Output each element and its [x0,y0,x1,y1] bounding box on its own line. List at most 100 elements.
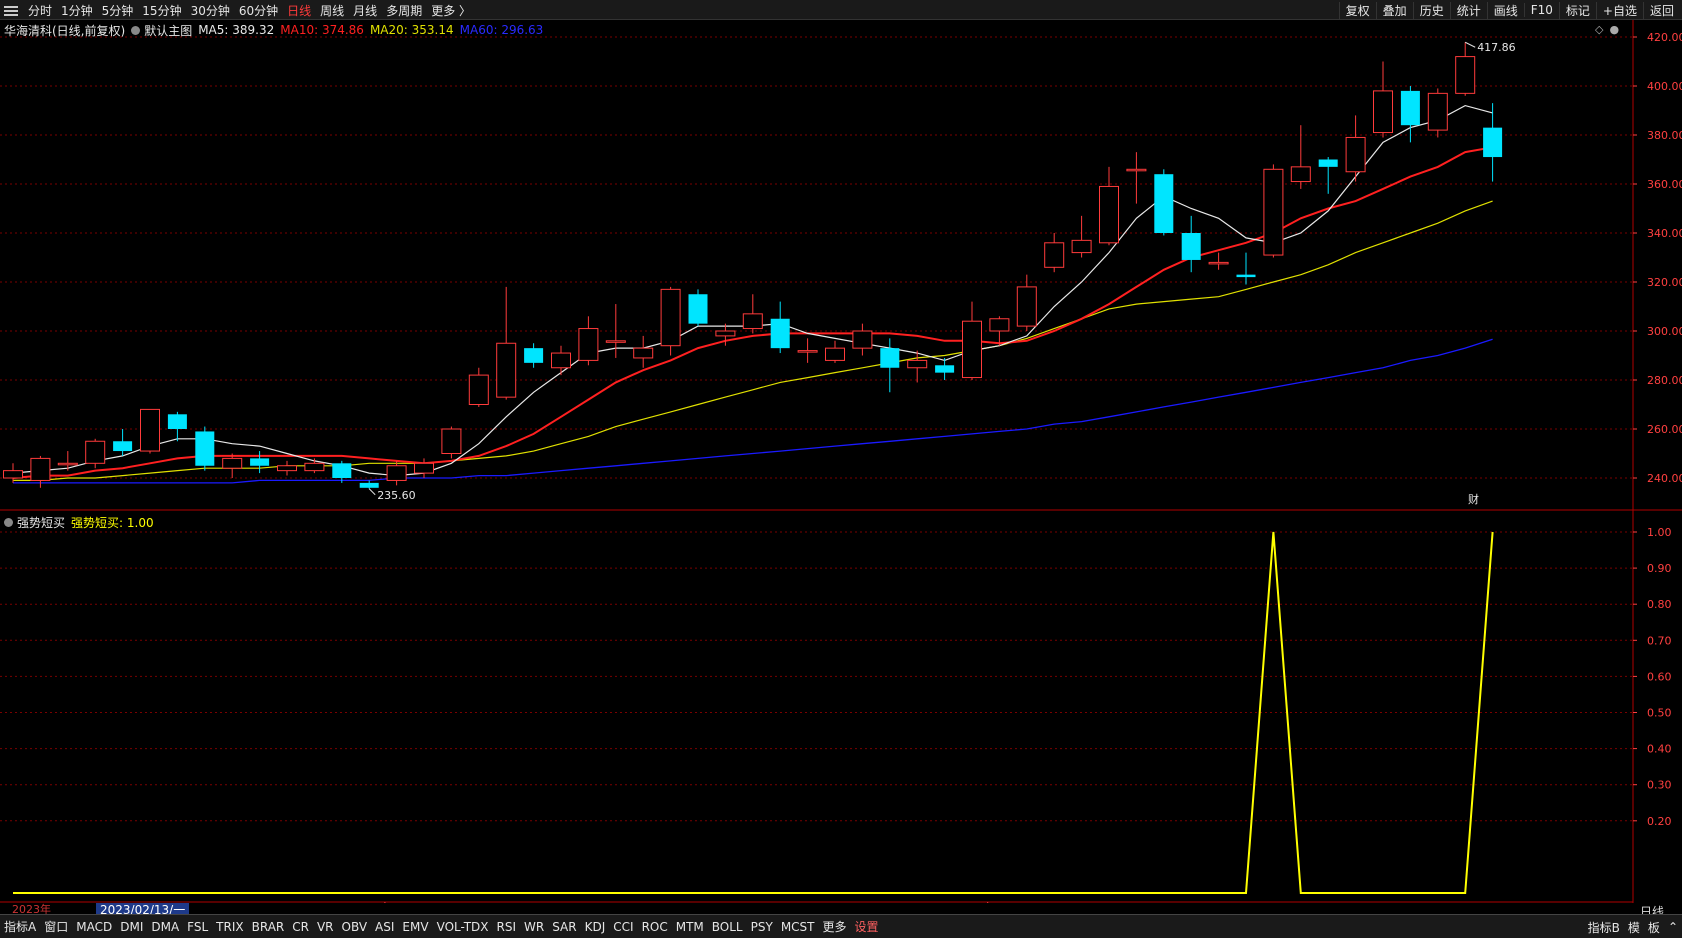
toolbar-button[interactable]: 统计 [1449,1,1487,19]
candle-body [167,414,187,429]
indicator-tab[interactable]: 窗口 [40,918,72,935]
indicator-tab[interactable]: ROC [638,920,672,934]
candle-body [852,330,873,349]
indicator-tab[interactable]: 指标A [0,918,40,935]
toolbar-button[interactable]: 返回 [1642,1,1680,19]
indicator-tab[interactable]: PSY [747,920,777,934]
toolbar-button[interactable]: 复权 [1338,1,1376,19]
period-tab[interactable]: 1分钟 [61,2,93,19]
toolbar-button[interactable]: 标记 [1558,1,1596,19]
period-tabs: 分时 1分钟 5分钟 15分钟 30分钟 60分钟 日线 周线 月线 多周期 更多 〉 [2,0,480,20]
indicator-tab[interactable]: FSL [183,920,212,934]
candle-body [386,465,407,481]
period-tab[interactable]: 多周期 [386,2,422,19]
y-tick-label: 420.00 [1647,31,1682,44]
toolbar-button[interactable]: +自选 [1595,1,1643,19]
indicator-tab[interactable]: 更多 [819,918,851,935]
candle [989,316,1010,346]
high-pointer [1464,41,1476,48]
candle [167,411,187,442]
chart-area[interactable]: 420.00 400.00 380.00 360.00 340.00 320.00 300.… [0,20,1682,903]
indicator-tab[interactable]: MCST [777,920,819,934]
candle [1290,125,1311,189]
candle [578,316,599,366]
indicator-tab[interactable]: TRIX [212,920,247,934]
candle-body [1154,174,1174,233]
candle [277,460,297,476]
financial-marker: 财 [1468,492,1479,506]
candle [1071,215,1092,258]
indicator-tab[interactable]: DMI [116,920,147,934]
candle [1455,42,1476,96]
indicator-tab[interactable]: MTM [672,920,708,934]
bottom-right-tools: 指标B 模板 ⌃ [1580,915,1678,938]
candle-body [1016,286,1037,327]
high-label: 417.86 [1477,41,1516,54]
candle-body [1236,274,1256,278]
indicator-tab[interactable]: WR [520,920,548,934]
low-pointer [368,488,376,496]
candle-body [113,441,133,452]
indicator-tab[interactable]: EMV [398,920,432,934]
indicator-tab[interactable]: CR [288,920,313,934]
y-tick-label: 0.30 [1647,779,1672,792]
y-tick-label: 0.90 [1647,562,1672,575]
toolbar-button[interactable]: 叠加 [1375,1,1413,19]
indicator-tab[interactable]: VOL-TDX [433,920,493,934]
indicator-tab[interactable]: RSI [493,920,521,934]
bottom-right-button[interactable]: 指标B [1588,919,1620,936]
bottom-right-button[interactable]: 模 [1628,919,1640,936]
candle-body [3,470,23,479]
indicator-tab[interactable]: BOLL [708,920,747,934]
y-tick-label: 260.00 [1647,423,1682,436]
indicator-tab[interactable]: OBV [338,920,372,934]
candle-body [222,457,243,469]
period-tab[interactable]: 15分钟 [142,2,181,19]
indicator-tab[interactable]: CCI [609,920,637,934]
candle [332,460,352,483]
period-tab[interactable]: 5分钟 [102,2,134,19]
indicator-tab[interactable]: DMA [147,920,183,934]
candle-body [57,462,78,466]
toolbar-button[interactable]: 画线 [1486,1,1524,19]
toolbar-button[interactable]: 历史 [1412,1,1450,19]
candle-body [633,347,654,359]
indicator-tab[interactable]: ASI [371,920,398,934]
candle [1400,86,1420,143]
candle [250,451,270,474]
period-tab[interactable]: 日线 [287,2,311,19]
indicator-tab[interactable]: BRAR [248,920,289,934]
y-tick-label: 0.80 [1647,598,1672,611]
candle-body [1071,239,1092,254]
bottom-right-button[interactable]: ⌃ [1668,920,1678,934]
period-tab[interactable]: 周线 [320,2,344,19]
period-tab[interactable]: 月线 [353,2,377,19]
toolbar-button[interactable]: F10 [1523,3,1559,17]
period-tab[interactable]: 30分钟 [191,2,230,19]
indicator-tab[interactable]: SAR [548,920,580,934]
candle [1208,252,1229,270]
period-tab[interactable]: 更多 〉 [431,2,471,19]
y-tick-label: 300.00 [1647,325,1682,338]
indicator-tab[interactable]: KDJ [581,920,610,934]
period-tab[interactable]: 分时 [28,2,52,19]
bottom-right-button[interactable]: 板 [1648,919,1660,936]
indicator-tab[interactable]: 设置 [851,918,883,935]
candle [1236,252,1256,285]
candle-body [1263,168,1284,256]
candle [633,335,654,368]
menu-icon[interactable] [2,3,20,17]
candle [441,426,462,459]
candle-body [414,462,434,474]
candle [222,453,243,478]
candle-body [605,340,626,343]
candle-body [195,431,215,466]
low-label: 235.60 [377,489,416,502]
candle-body [1427,92,1448,131]
candle [742,294,763,334]
indicator-tab[interactable]: MACD [72,920,116,934]
candle [195,426,215,471]
indicator-tab[interactable]: VR [313,920,338,934]
period-tab[interactable]: 60分钟 [239,2,278,19]
candle [825,340,845,363]
